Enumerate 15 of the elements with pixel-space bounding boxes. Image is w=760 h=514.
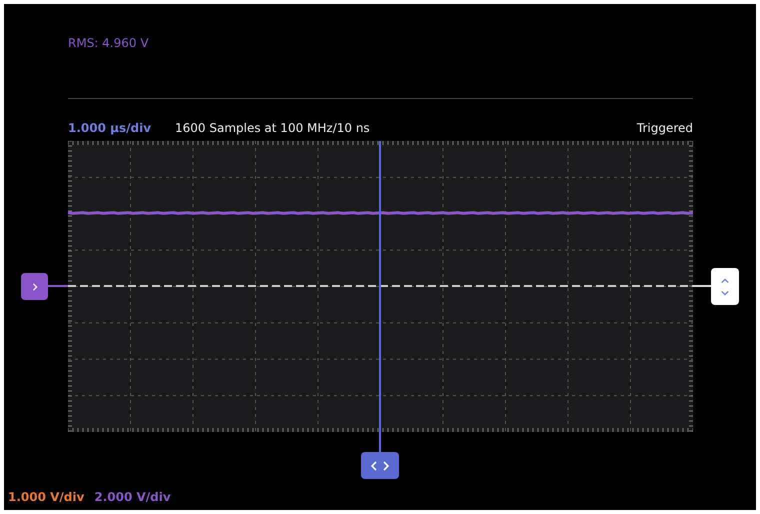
offset-marker-button[interactable] (21, 273, 48, 300)
trigger-status: Triggered (636, 121, 693, 135)
trigger-level-button[interactable] (711, 268, 739, 305)
chevron-right-icon (30, 282, 38, 290)
chevron-up-icon (720, 276, 730, 284)
timebase-label: 1.000 µs/div (68, 121, 152, 135)
trigger-leader-line (693, 285, 711, 287)
time-cursor-button[interactable] (361, 452, 399, 479)
channel-scale: 1.000 V/div (8, 490, 84, 504)
rms-reading: RMS: 4.960 V (68, 36, 149, 50)
channel-scale: 2.000 V/div (94, 490, 171, 504)
chevron-down-icon (720, 288, 730, 296)
sample-info: 1600 Samples at 100 MHz/10 ns (175, 121, 370, 135)
chevron-left-right-icon (371, 460, 389, 470)
offset-leader-line (48, 285, 68, 287)
